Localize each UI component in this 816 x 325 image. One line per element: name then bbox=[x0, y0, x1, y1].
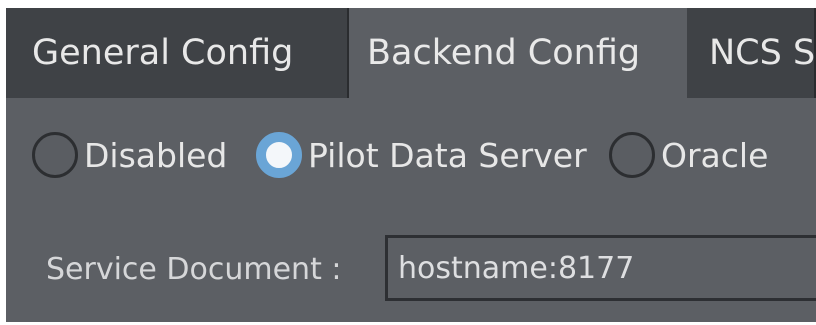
config-window: General Config Backend Config NCS Settin… bbox=[6, 8, 816, 322]
service-document-label: Service Document : bbox=[46, 252, 342, 287]
radio-checked-icon[interactable] bbox=[256, 132, 302, 178]
radio-disabled-label: Disabled bbox=[84, 135, 228, 175]
tab-ncs-settings[interactable]: NCS Settings bbox=[687, 8, 816, 98]
radio-oracle-label: Oracle bbox=[661, 135, 769, 175]
tab-backend-config[interactable]: Backend Config bbox=[349, 8, 687, 98]
service-document-input[interactable] bbox=[385, 235, 816, 301]
tab-bar: General Config Backend Config NCS Settin… bbox=[6, 8, 816, 98]
radio-disabled[interactable]: Disabled bbox=[32, 132, 227, 178]
tab-general-config[interactable]: General Config bbox=[6, 8, 349, 98]
radio-pilot-data-server[interactable]: Pilot Data Server bbox=[256, 132, 587, 178]
radio-unchecked-icon[interactable] bbox=[32, 132, 78, 178]
radio-oracle[interactable]: Oracle bbox=[609, 132, 768, 178]
backend-type-radio-group: Disabled Pilot Data Server Oracle bbox=[6, 98, 816, 218]
radio-pilot-label: Pilot Data Server bbox=[308, 135, 587, 175]
radio-unchecked-icon[interactable] bbox=[609, 132, 655, 178]
